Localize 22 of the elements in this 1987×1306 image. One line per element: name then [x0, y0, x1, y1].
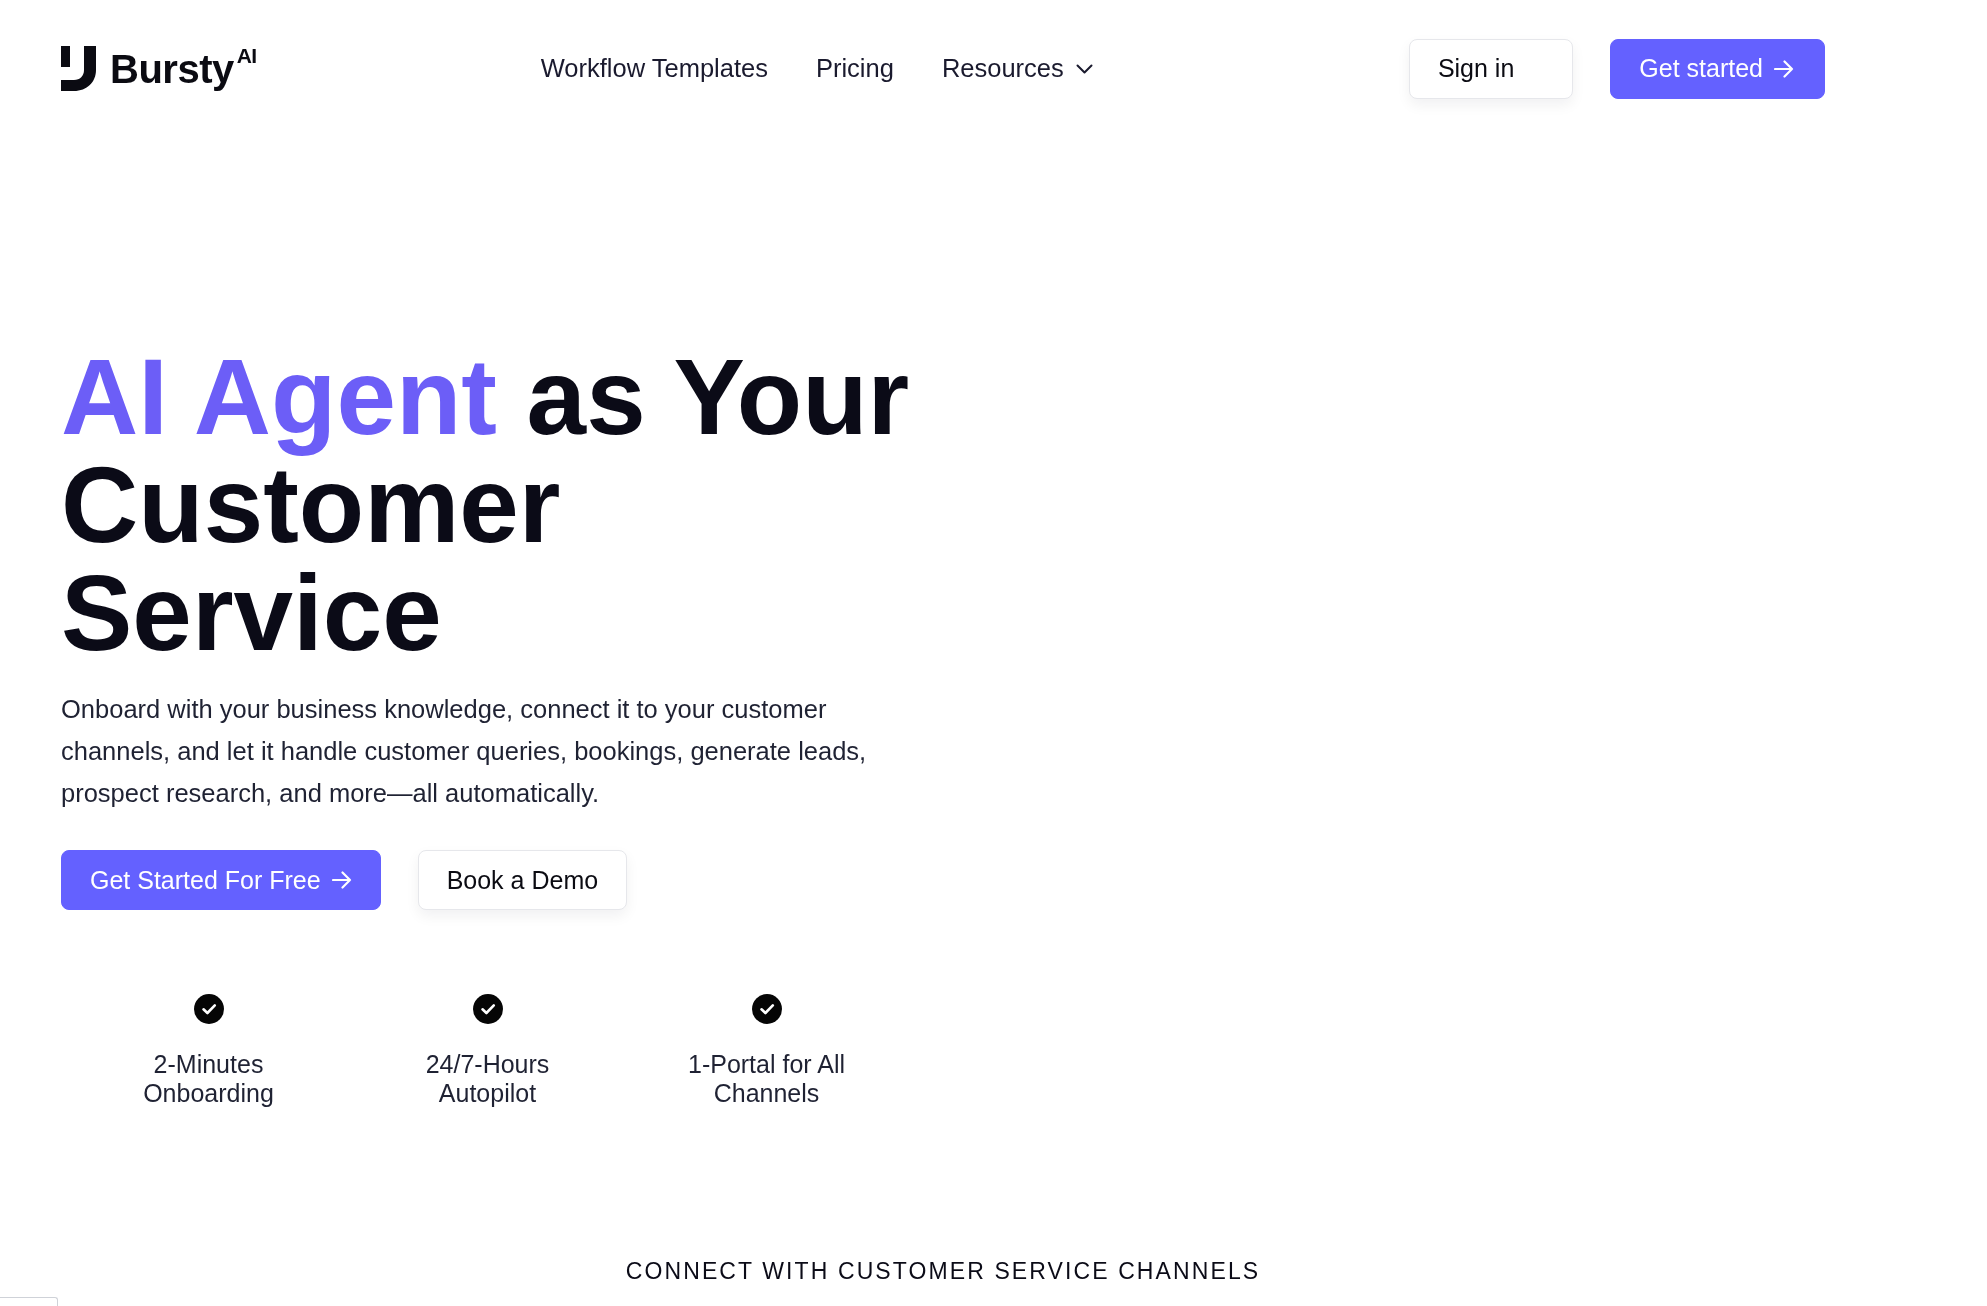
- hero-description: Onboard with your business knowledge, connect it to your customer channels, and let it handle customer queries, bookings, generate leads, prospect research, and more—all automatically.: [61, 694, 868, 809]
- check-circle-icon: [472, 994, 503, 1024]
- get-started-button[interactable]: Get Started For Free: [61, 850, 381, 910]
- feature-label: 2-Minutes Onboarding: [142, 1050, 275, 1108]
- check-circle-icon: [193, 994, 224, 1024]
- check-circle-icon: [751, 994, 782, 1024]
- chevron-down-icon: [1075, 63, 1093, 74]
- logo-text[interactable]: Bursty$^{AI}$: [110, 48, 257, 89]
- nav-dropdown[interactable]: Resources: [941, 49, 1093, 88]
- nav-link[interactable]: Pricing: [815, 49, 894, 88]
- hero-title: AI Agent as Your Customer Service: [61, 343, 911, 667]
- feature-label: 24/7-Hours Autopilot: [424, 1050, 551, 1108]
- floating-panel-edge: [0, 1297, 58, 1306]
- nav-link[interactable]: Workflow Templates: [540, 49, 768, 88]
- section-heading: CONNECT WITH CUSTOMER SERVICE CHANNELS: [624, 1257, 1262, 1286]
- arrow-right-icon: [331, 871, 352, 889]
- logo-icon: [61, 46, 96, 91]
- get-started-button[interactable]: Get started: [1610, 38, 1825, 99]
- book-demo-button[interactable]: Book a Demo: [417, 850, 628, 910]
- arrow-right-icon: [1774, 59, 1794, 78]
- sign-in-button[interactable]: Sign in: [1408, 38, 1574, 99]
- feature-label: 1-Portal for All Channels: [687, 1050, 846, 1108]
